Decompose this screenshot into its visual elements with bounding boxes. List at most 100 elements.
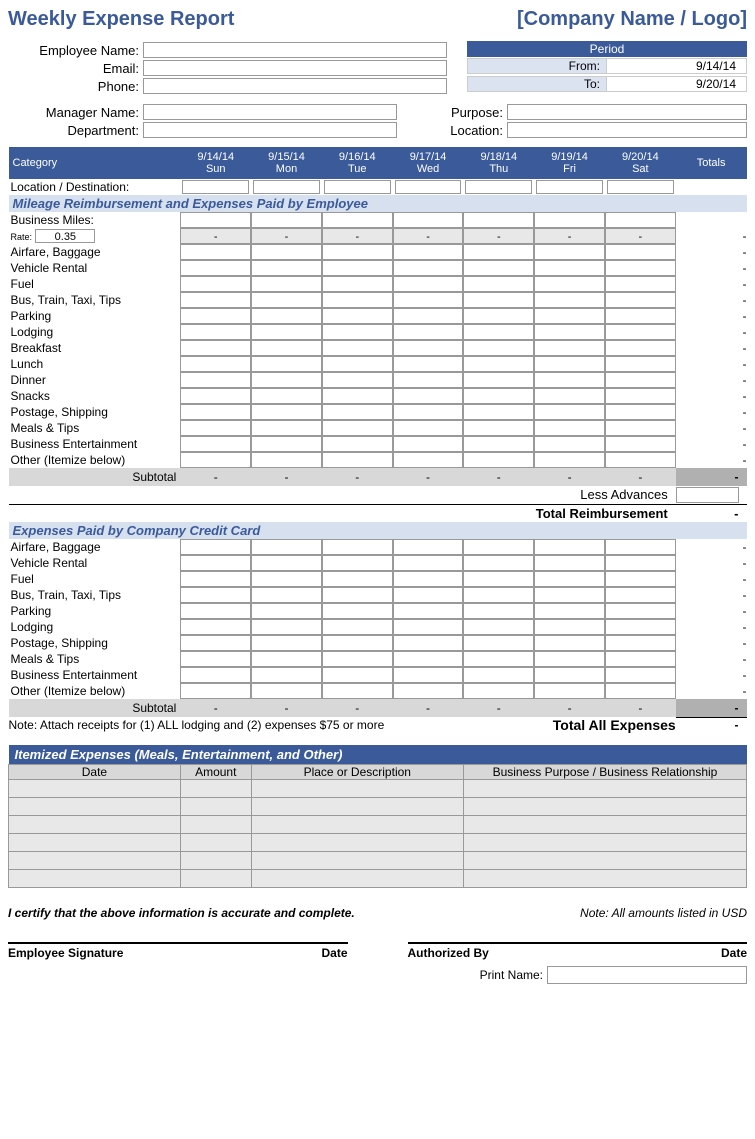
expense-cell[interactable] <box>322 276 393 292</box>
expense-cell[interactable] <box>180 436 251 452</box>
expense-cell[interactable] <box>251 308 322 324</box>
expense-cell[interactable] <box>322 603 393 619</box>
expense-cell[interactable] <box>251 260 322 276</box>
expense-cell[interactable] <box>605 436 676 452</box>
loc-cell[interactable] <box>536 180 603 194</box>
expense-cell[interactable] <box>180 555 251 571</box>
miles-cell[interactable] <box>322 212 393 228</box>
expense-cell[interactable] <box>322 452 393 468</box>
expense-cell[interactable] <box>251 244 322 260</box>
expense-cell[interactable] <box>393 651 464 667</box>
expense-cell[interactable] <box>393 276 464 292</box>
expense-cell[interactable] <box>534 667 605 683</box>
expense-cell[interactable] <box>605 388 676 404</box>
expense-cell[interactable] <box>180 260 251 276</box>
expense-cell[interactable] <box>180 340 251 356</box>
expense-cell[interactable] <box>393 619 464 635</box>
expense-cell[interactable] <box>393 539 464 555</box>
expense-cell[interactable] <box>180 587 251 603</box>
expense-cell[interactable] <box>534 388 605 404</box>
expense-cell[interactable] <box>393 356 464 372</box>
expense-cell[interactable] <box>605 452 676 468</box>
expense-cell[interactable] <box>251 324 322 340</box>
expense-cell[interactable] <box>534 619 605 635</box>
expense-cell[interactable] <box>605 683 676 699</box>
expense-cell[interactable] <box>322 404 393 420</box>
expense-cell[interactable] <box>534 404 605 420</box>
expense-cell[interactable] <box>180 651 251 667</box>
expense-cell[interactable] <box>322 420 393 436</box>
department-input[interactable] <box>143 122 397 138</box>
expense-cell[interactable] <box>393 555 464 571</box>
expense-cell[interactable] <box>251 452 322 468</box>
expense-cell[interactable] <box>180 244 251 260</box>
miles-cell[interactable] <box>180 212 251 228</box>
expense-cell[interactable] <box>463 340 534 356</box>
expense-cell[interactable] <box>251 651 322 667</box>
expense-cell[interactable] <box>534 420 605 436</box>
expense-cell[interactable] <box>463 555 534 571</box>
expense-cell[interactable] <box>463 651 534 667</box>
expense-cell[interactable] <box>251 667 322 683</box>
expense-cell[interactable] <box>463 452 534 468</box>
expense-cell[interactable] <box>180 539 251 555</box>
expense-cell[interactable] <box>463 324 534 340</box>
expense-cell[interactable] <box>463 539 534 555</box>
expense-cell[interactable] <box>605 308 676 324</box>
expense-cell[interactable] <box>322 683 393 699</box>
expense-cell[interactable] <box>251 619 322 635</box>
expense-cell[interactable] <box>322 587 393 603</box>
loc-cell[interactable] <box>395 180 462 194</box>
expense-cell[interactable] <box>463 635 534 651</box>
phone-input[interactable] <box>143 78 447 94</box>
expense-cell[interactable] <box>180 292 251 308</box>
expense-cell[interactable] <box>393 436 464 452</box>
expense-cell[interactable] <box>393 683 464 699</box>
expense-cell[interactable] <box>322 436 393 452</box>
expense-cell[interactable] <box>534 324 605 340</box>
expense-cell[interactable] <box>322 340 393 356</box>
expense-cell[interactable] <box>463 260 534 276</box>
expense-cell[interactable] <box>322 667 393 683</box>
miles-cell[interactable] <box>605 212 676 228</box>
expense-cell[interactable] <box>180 603 251 619</box>
expense-cell[interactable] <box>605 619 676 635</box>
location-input[interactable] <box>507 122 747 138</box>
expense-cell[interactable] <box>251 603 322 619</box>
expense-cell[interactable] <box>534 587 605 603</box>
expense-cell[interactable] <box>534 244 605 260</box>
expense-cell[interactable] <box>251 587 322 603</box>
expense-cell[interactable] <box>534 436 605 452</box>
expense-cell[interactable] <box>322 619 393 635</box>
expense-cell[interactable] <box>393 420 464 436</box>
expense-cell[interactable] <box>605 603 676 619</box>
expense-cell[interactable] <box>251 276 322 292</box>
expense-cell[interactable] <box>463 603 534 619</box>
expense-cell[interactable] <box>605 404 676 420</box>
miles-cell[interactable] <box>463 212 534 228</box>
email-input[interactable] <box>143 60 447 76</box>
expense-cell[interactable] <box>251 683 322 699</box>
expense-cell[interactable] <box>534 308 605 324</box>
itemized-row[interactable] <box>9 870 747 888</box>
expense-cell[interactable] <box>605 356 676 372</box>
expense-cell[interactable] <box>393 340 464 356</box>
print-name-input[interactable] <box>547 966 747 984</box>
expense-cell[interactable] <box>180 324 251 340</box>
loc-cell[interactable] <box>253 180 320 194</box>
expense-cell[interactable] <box>393 404 464 420</box>
expense-cell[interactable] <box>463 619 534 635</box>
expense-cell[interactable] <box>534 635 605 651</box>
expense-cell[interactable] <box>463 372 534 388</box>
expense-cell[interactable] <box>393 244 464 260</box>
manager-input[interactable] <box>143 104 397 120</box>
expense-cell[interactable] <box>393 635 464 651</box>
expense-cell[interactable] <box>322 571 393 587</box>
expense-cell[interactable] <box>534 356 605 372</box>
expense-cell[interactable] <box>393 372 464 388</box>
expense-cell[interactable] <box>463 420 534 436</box>
miles-cell[interactable] <box>251 212 322 228</box>
expense-cell[interactable] <box>322 651 393 667</box>
expense-cell[interactable] <box>251 404 322 420</box>
less-advances-cell[interactable] <box>676 487 739 503</box>
